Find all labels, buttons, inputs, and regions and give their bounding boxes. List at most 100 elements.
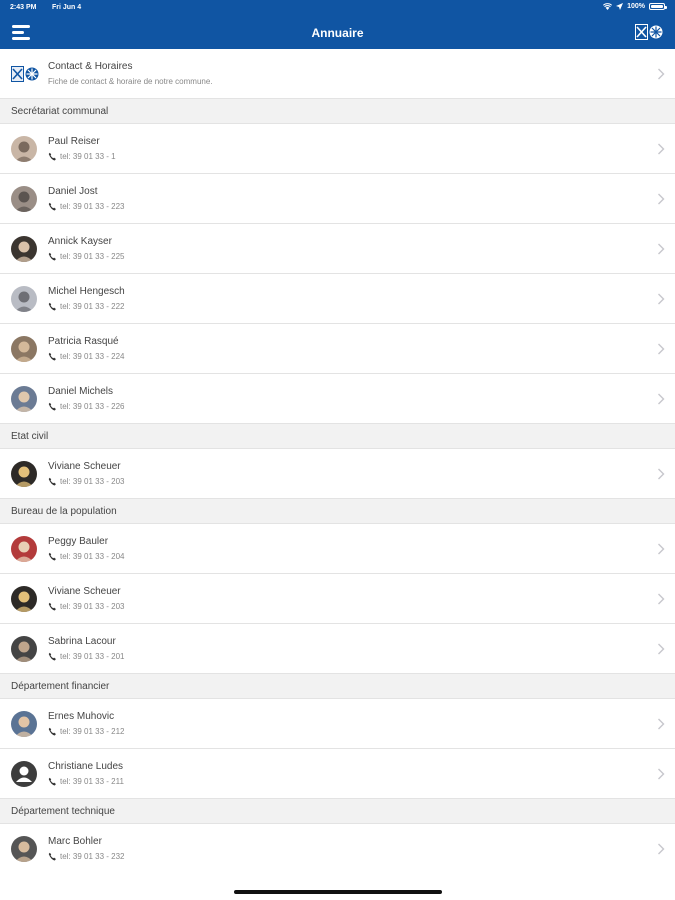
contact-hours-subtitle: Fiche de contact & horaire de notre comm… [48,77,213,86]
list-item[interactable]: Marc Bohler tel: 39 01 33 - 232 [0,824,675,874]
avatar [11,236,37,262]
status-date: Fri Jun 4 [52,4,82,11]
chevron-right-icon [658,843,665,855]
person-name: Sabrina Lacour [48,636,116,647]
phone-number: tel: 39 01 33 - 204 [60,552,125,561]
phone-number: tel: 39 01 33 - 225 [60,252,125,261]
person-name: Paul Reiser [48,136,100,147]
avatar [11,136,37,162]
phone-icon [48,727,56,736]
phone-number: tel: 39 01 33 - 226 [60,402,125,411]
phone-icon [48,602,56,611]
battery-percent: 100% [627,3,645,10]
phone-number: tel: 39 01 33 - 211 [60,777,124,786]
phone-number: tel: 39 01 33 - 203 [60,602,125,611]
person-phone[interactable]: tel: 39 01 33 - 203 [48,602,125,611]
phone-number: tel: 39 01 33 - 224 [60,352,125,361]
phone-number: tel: 39 01 33 - 201 [60,652,125,661]
chevron-right-icon [658,393,665,405]
avatar [11,336,37,362]
location-icon [616,3,624,10]
commune-logo-icon [11,66,39,82]
person-name: Annick Kayser [48,236,112,247]
phone-number: tel: 39 01 33 - 203 [60,477,125,486]
phone-icon [48,552,56,561]
person-phone[interactable]: tel: 39 01 33 - 232 [48,852,125,861]
phone-icon [48,302,56,311]
phone-icon [48,152,56,161]
avatar [11,711,37,737]
person-name: Daniel Jost [48,186,98,197]
person-name: Patricia Rasqué [48,336,119,347]
section-header: Secrétariat communal [0,99,675,124]
person-phone[interactable]: tel: 39 01 33 - 203 [48,477,125,486]
phone-icon [48,477,56,486]
avatar [11,536,37,562]
list-item[interactable]: Viviane Scheuer tel: 39 01 33 - 203 [0,449,675,499]
list-item[interactable]: Sabrina Lacour tel: 39 01 33 - 201 [0,624,675,674]
status-bar: 2:43 PM Fri Jun 4 100% [0,0,675,16]
person-name: Viviane Scheuer [48,461,121,472]
phone-icon [48,852,56,861]
phone-number: tel: 39 01 33 - 223 [60,202,125,211]
person-name: Peggy Bauler [48,536,109,547]
phone-icon [48,402,56,411]
chevron-right-icon [658,643,665,655]
chevron-right-icon [658,193,665,205]
list-item-partial [0,873,675,900]
phone-icon [48,352,56,361]
person-phone[interactable]: tel: 39 01 33 - 222 [48,302,125,311]
list-item[interactable]: Annick Kayser tel: 39 01 33 - 225 [0,224,675,274]
person-phone[interactable]: tel: 39 01 33 - 201 [48,652,125,661]
status-time: 2:43 PM [10,4,37,11]
home-indicator [234,890,442,894]
status-indicators: 100% [603,3,667,10]
list-item[interactable]: Patricia Rasqué tel: 39 01 33 - 224 [0,324,675,374]
battery-icon [649,3,667,10]
person-name: Daniel Michels [48,386,114,397]
person-placeholder-icon [11,761,37,787]
list-item[interactable]: Paul Reiser tel: 39 01 33 - 1 [0,124,675,174]
avatar [11,286,37,312]
person-phone[interactable]: tel: 39 01 33 - 211 [48,777,124,786]
contact-hours-row[interactable]: Contact & Horaires Fiche de contact & ho… [0,49,675,99]
avatar [11,636,37,662]
list-item[interactable]: Viviane Scheuer tel: 39 01 33 - 203 [0,574,675,624]
chevron-right-icon [658,593,665,605]
person-phone[interactable]: tel: 39 01 33 - 212 [48,727,125,736]
section-header: Bureau de la population [0,499,675,524]
phone-number: tel: 39 01 33 - 232 [60,852,125,861]
phone-number: tel: 39 01 33 - 1 [60,152,116,161]
person-phone[interactable]: tel: 39 01 33 - 204 [48,552,125,561]
section-header: Etat civil [0,424,675,449]
list-item[interactable]: Christiane Ludes tel: 39 01 33 - 211 [0,749,675,799]
chevron-right-icon [658,293,665,305]
chevron-right-icon [658,768,665,780]
list-item[interactable]: Daniel Michels tel: 39 01 33 - 226 [0,374,675,424]
person-name: Michel Hengesch [48,286,125,297]
list-item[interactable]: Ernes Muhovic tel: 39 01 33 - 212 [0,699,675,749]
person-phone[interactable]: tel: 39 01 33 - 225 [48,252,125,261]
person-phone[interactable]: tel: 39 01 33 - 1 [48,152,116,161]
list-item[interactable]: Daniel Jost tel: 39 01 33 - 223 [0,174,675,224]
avatar [11,186,37,212]
chevron-right-icon [658,143,665,155]
list-item[interactable]: Michel Hengesch tel: 39 01 33 - 222 [0,274,675,324]
sections-container: Secrétariat communal Paul Reiser tel: 39 0… [0,99,675,874]
section-header: Département financier [0,674,675,699]
person-name: Christiane Ludes [48,761,124,772]
avatar [11,386,37,412]
person-phone[interactable]: tel: 39 01 33 - 224 [48,352,125,361]
list-item[interactable]: Peggy Bauler tel: 39 01 33 - 204 [0,524,675,574]
avatar [11,836,37,862]
person-phone[interactable]: tel: 39 01 33 - 226 [48,402,125,411]
commune-logo-icon [635,24,663,40]
person-phone[interactable]: tel: 39 01 33 - 223 [48,202,125,211]
chevron-right-icon [658,343,665,355]
chevron-right-icon [658,718,665,730]
chevron-right-icon [658,543,665,555]
navigation-bar: 2:43 PM Fri Jun 4 100% Annuaire [0,0,675,49]
phone-icon [48,777,56,786]
person-name: Ernes Muhovic [48,711,115,722]
chevron-right-icon [658,243,665,255]
